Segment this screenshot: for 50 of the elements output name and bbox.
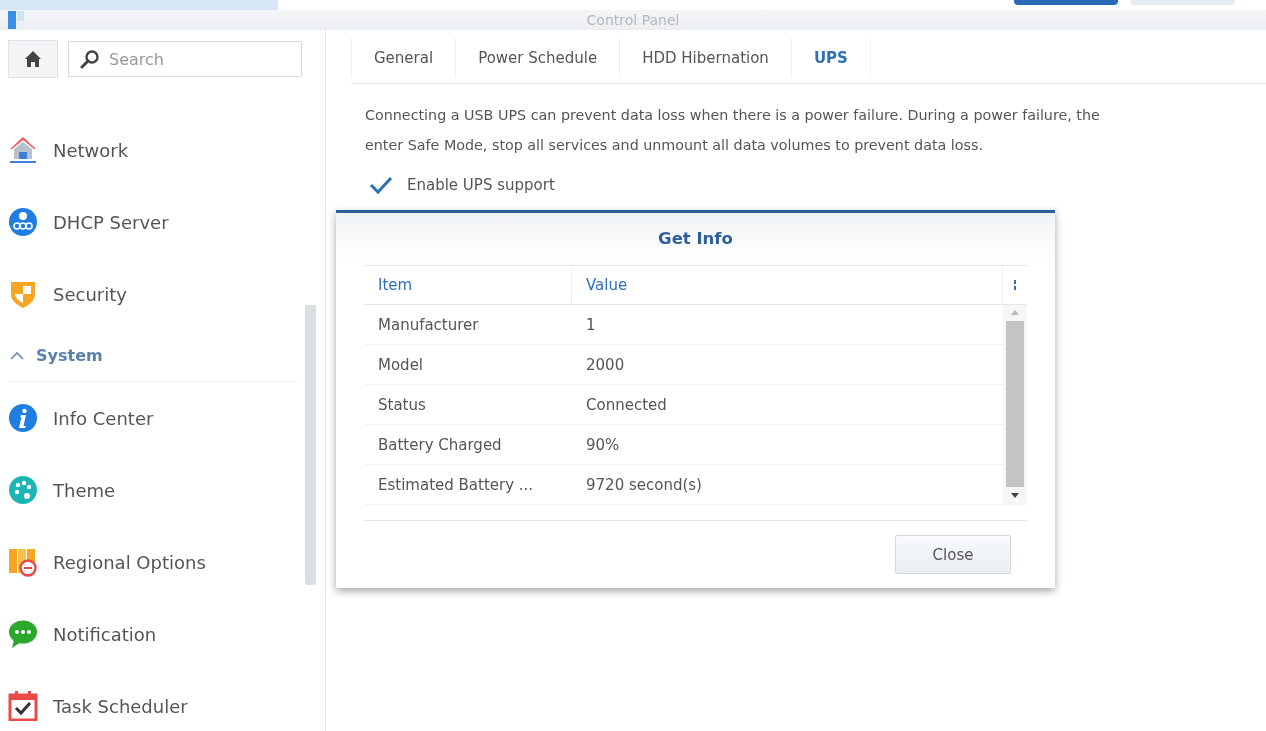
sidebar-item[interactable]: Notification <box>8 598 298 670</box>
calendar-check-icon <box>8 691 38 721</box>
scrollbar-thumb[interactable] <box>1006 321 1024 487</box>
table-cell-text: 1 <box>585 314 597 336</box>
table-cell-text: 2000 <box>585 354 626 376</box>
shield-icon <box>8 279 38 309</box>
scroll-up-icon <box>1011 309 1019 315</box>
sidebar-item[interactable]: Info Center <box>8 382 298 454</box>
search-icon <box>80 49 100 69</box>
chat-bubble-icon <box>8 619 38 649</box>
column-header[interactable]: Item <box>364 266 572 304</box>
sidebar-item[interactable]: Task Scheduler <box>8 670 298 731</box>
table-cell-text: Estimated Battery ... <box>377 474 535 496</box>
sidebar-item[interactable]: Regional Options <box>8 526 298 598</box>
table-cell-text: Connected <box>585 394 668 416</box>
column-menu-icon <box>1013 279 1017 291</box>
house-icon <box>8 135 38 165</box>
table-cell-text: Status <box>377 394 427 416</box>
section-header[interactable]: System <box>8 330 298 382</box>
search-field[interactable]: Search <box>68 41 302 77</box>
sidebar-item[interactable]: Theme <box>8 454 298 526</box>
window-title: Control Panel <box>585 12 681 28</box>
column-header[interactable]: Value <box>572 266 1003 304</box>
close-button[interactable]: Close <box>895 535 1011 574</box>
scroll-down-icon <box>1011 493 1019 499</box>
tab[interactable]: UPS <box>790 38 871 78</box>
checkbox-label: Enable UPS support <box>407 176 555 194</box>
home-icon <box>24 50 42 68</box>
info-icon <box>8 403 38 433</box>
description-text: Connecting a USB UPS can prevent data loss when there is a power failure. During a power failure, the <box>365 106 1101 125</box>
background-button[interactable] <box>1014 0 1118 5</box>
table-cell-text: 90% <box>585 434 621 456</box>
sidebar-item[interactable]: Security <box>8 258 298 330</box>
tab[interactable]: General <box>351 38 456 78</box>
sidebar-item[interactable]: Network <box>8 114 298 186</box>
user-network-icon <box>8 207 38 237</box>
home-button[interactable] <box>8 40 58 78</box>
table-cell-text: Model <box>377 354 425 376</box>
table-cell-text: Battery Charged <box>377 434 503 456</box>
checkmark-icon <box>369 175 393 195</box>
dialog-title: Get Info <box>336 213 1055 265</box>
palette-icon <box>8 475 38 505</box>
background-button[interactable] <box>1131 0 1235 5</box>
table-cell-text: 9720 second(s) <box>585 474 703 496</box>
checkbox[interactable] <box>369 174 393 196</box>
tab[interactable]: HDD Hibernation <box>619 38 791 78</box>
table-cell-text: Manufacturer <box>377 314 480 336</box>
sidebar-item[interactable]: DHCP Server <box>8 186 298 258</box>
tab[interactable]: Power Schedule <box>455 38 620 78</box>
description-text: enter Safe Mode, stop all services and unmount all data volumes to prevent data loss. <box>365 136 984 155</box>
